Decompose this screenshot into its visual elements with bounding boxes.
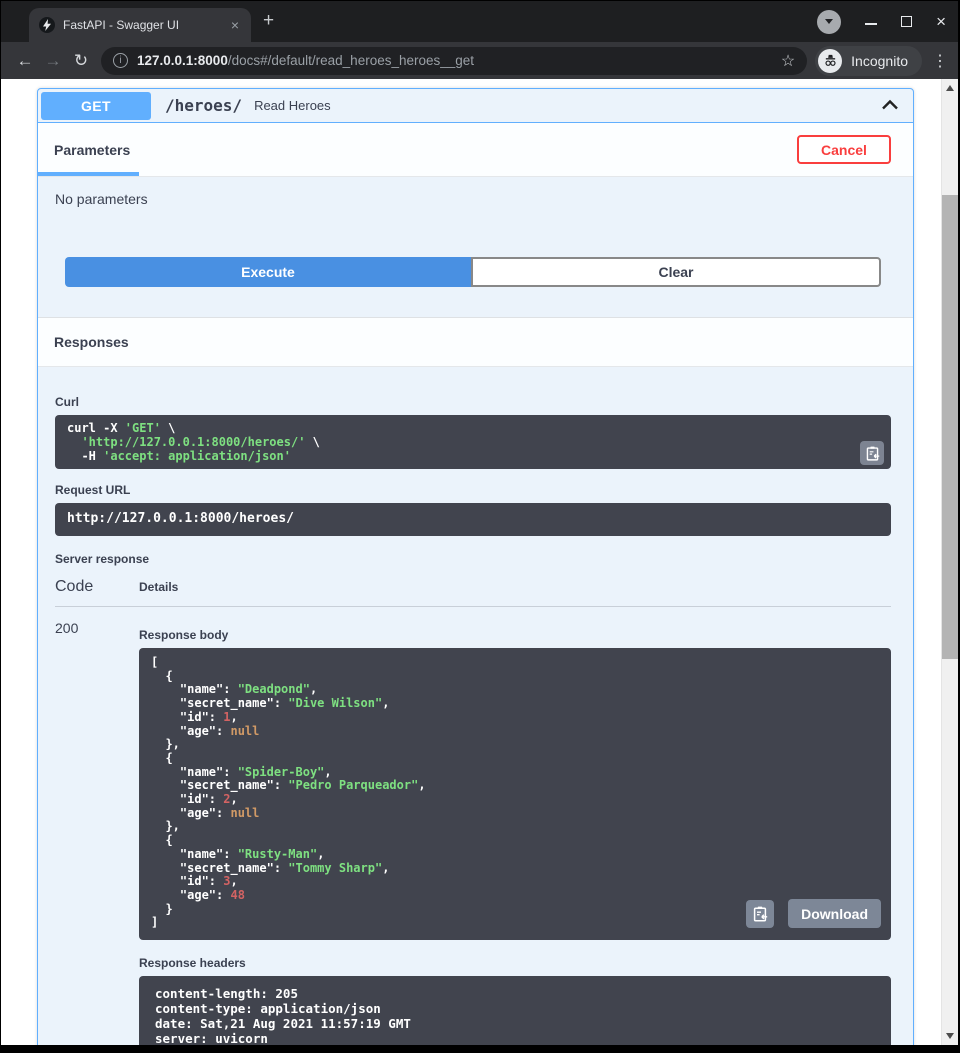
active-tab-indicator <box>38 172 139 176</box>
response-headers-label: Response headers <box>139 956 891 970</box>
tab-search-icon[interactable] <box>817 10 841 34</box>
close-icon[interactable]: × <box>936 13 946 30</box>
back-icon[interactable]: ← <box>11 51 39 71</box>
response-body-actions: Download <box>746 899 881 928</box>
url-host: 127.0.0.1:8000 <box>137 53 228 68</box>
opblock-summary[interactable]: GET /heroes/ Read Heroes <box>38 89 913 123</box>
responses-header: Responses <box>38 317 913 367</box>
response-body-label: Response body <box>139 628 891 642</box>
endpoint-path: /heroes/ <box>165 96 242 115</box>
browser-menu-icon[interactable]: ⋮ <box>932 51 948 71</box>
response-row-200: 200 Response body [ { "name": "Deadpond"… <box>55 607 891 1045</box>
forward-icon[interactable]: → <box>39 51 67 71</box>
minimize-icon[interactable] <box>865 15 877 25</box>
url-text: 127.0.0.1:8000/docs#/default/read_heroes… <box>137 53 772 68</box>
page-scrollbar[interactable] <box>941 79 958 1045</box>
window-controls: × <box>817 1 946 42</box>
swagger-page: GET /heroes/ Read Heroes Parameters Canc… <box>1 79 958 1045</box>
no-parameters-text: No parameters <box>55 191 913 207</box>
request-url-label: Request URL <box>55 483 891 497</box>
code-column-header: Code <box>55 578 139 596</box>
tab-title: FastAPI - Swagger UI <box>63 18 221 32</box>
clear-button[interactable]: Clear <box>471 257 881 287</box>
curl-code-block: curl -X 'GET' \ 'http://127.0.0.1:8000/h… <box>55 415 891 469</box>
reload-icon[interactable]: ↻ <box>67 51 95 71</box>
browser-window: FastAPI - Swagger UI × + × ← → ↻ 127.0.0… <box>1 1 958 1045</box>
browser-titlebar: FastAPI - Swagger UI × + × <box>1 1 958 42</box>
maximize-icon[interactable] <box>901 16 912 27</box>
address-bar[interactable]: 127.0.0.1:8000/docs#/default/read_heroes… <box>101 47 807 75</box>
parameters-body: No parameters Execute Clear <box>38 177 913 287</box>
browser-toolbar: ← → ↻ 127.0.0.1:8000/docs#/default/read_… <box>1 42 958 79</box>
request-url-block: http://127.0.0.1:8000/heroes/ <box>55 503 891 536</box>
bookmark-star-icon[interactable]: ☆ <box>781 51 795 71</box>
incognito-label: Incognito <box>851 53 908 69</box>
response-table-header: Code Details <box>55 578 891 607</box>
incognito-icon <box>818 49 842 73</box>
scrollbar-thumb[interactable] <box>942 195 958 659</box>
server-response-label: Server response <box>55 552 891 566</box>
browser-tab[interactable]: FastAPI - Swagger UI × <box>29 8 251 42</box>
opblock-get-heroes: GET /heroes/ Read Heroes Parameters Canc… <box>37 88 914 1045</box>
scroll-up-arrow-icon[interactable] <box>946 85 954 91</box>
site-info-icon[interactable] <box>113 53 128 68</box>
status-code: 200 <box>55 620 139 1045</box>
incognito-badge: Incognito <box>815 46 922 76</box>
parameters-header: Parameters Cancel <box>38 123 913 177</box>
responses-body: Curl curl -X 'GET' \ 'http://127.0.0.1:8… <box>38 367 913 1045</box>
responses-title: Responses <box>54 334 129 350</box>
curl-label: Curl <box>55 395 891 409</box>
url-path: /docs#/default/read_heroes_heroes__get <box>228 53 474 68</box>
chevron-up-icon[interactable] <box>881 97 899 115</box>
copy-to-clipboard-icon[interactable] <box>860 441 884 465</box>
tab-close-icon[interactable]: × <box>229 17 241 33</box>
response-headers-block: content-length: 205 content-type: applic… <box>139 976 891 1045</box>
fastapi-favicon-icon <box>39 17 55 33</box>
scroll-down-arrow-icon[interactable] <box>946 1033 954 1039</box>
response-details: Response body [ { "name": "Deadpond", "s… <box>139 620 891 1045</box>
parameters-title: Parameters <box>54 142 797 158</box>
new-tab-button[interactable]: + <box>263 10 274 32</box>
endpoint-summary: Read Heroes <box>254 98 881 113</box>
cancel-button[interactable]: Cancel <box>797 135 891 164</box>
download-button[interactable]: Download <box>788 899 881 928</box>
copy-to-clipboard-icon[interactable] <box>746 900 774 928</box>
execute-button[interactable]: Execute <box>65 257 471 287</box>
response-body-block: [ { "name": "Deadpond", "secret_name": "… <box>139 648 891 940</box>
execute-row: Execute Clear <box>65 257 881 287</box>
http-method-badge: GET <box>41 92 151 120</box>
details-column-header: Details <box>139 580 178 596</box>
